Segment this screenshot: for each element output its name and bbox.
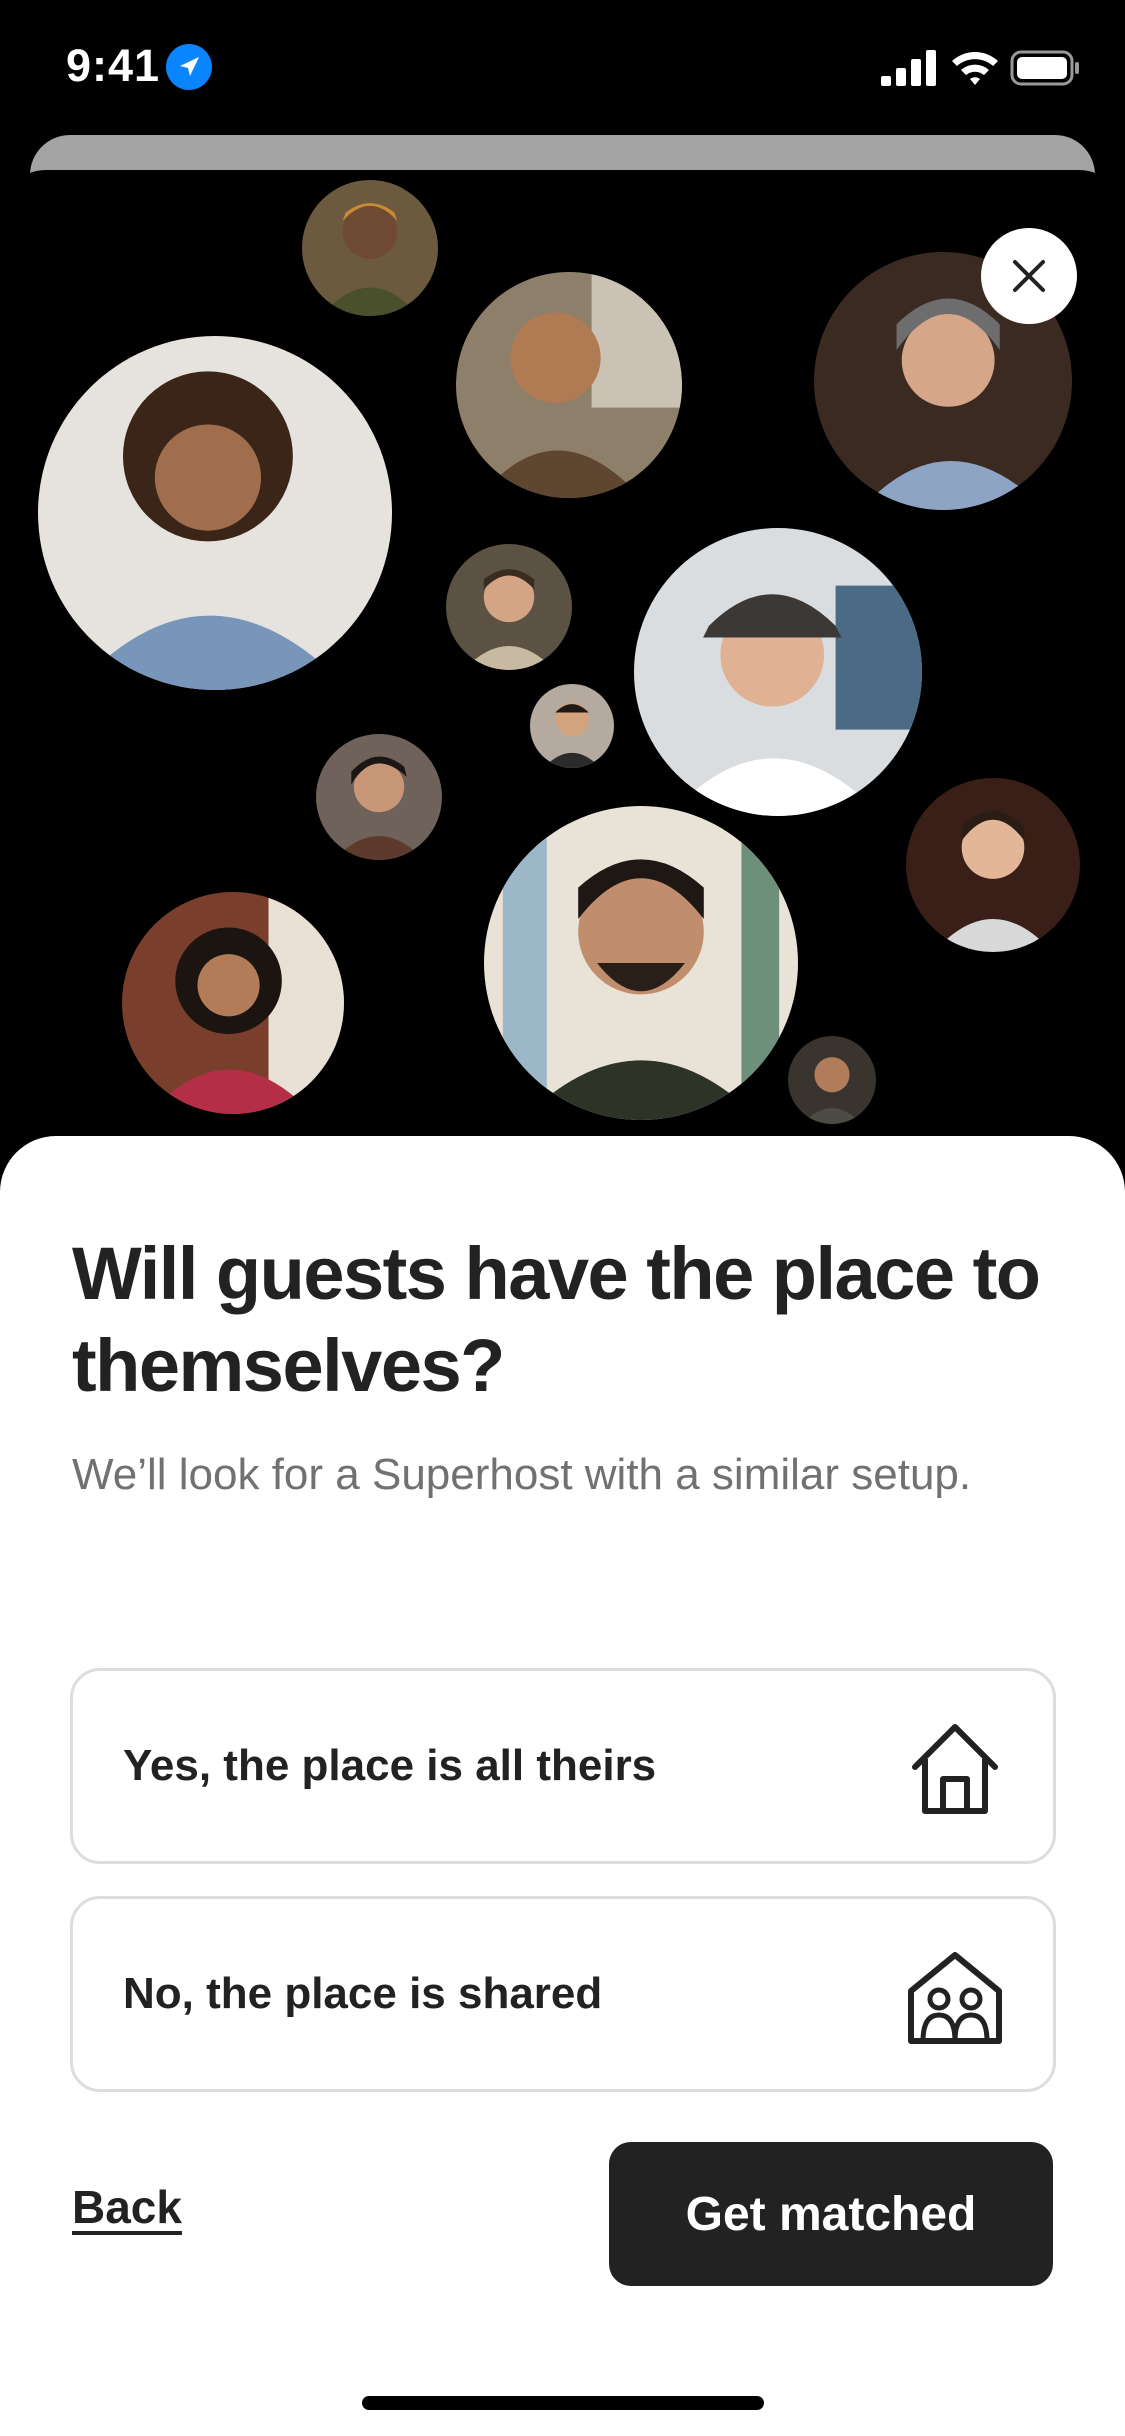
host-avatar	[38, 336, 392, 690]
host-avatar	[788, 1036, 876, 1124]
host-avatar	[316, 734, 442, 860]
host-avatar	[634, 528, 922, 816]
page-subtitle: We’ll look for a Superhost with a simila…	[72, 1450, 972, 1499]
host-avatar	[530, 684, 614, 768]
host-avatar	[456, 272, 682, 498]
page-title: Will guests have the place to themselves…	[72, 1232, 1041, 1407]
status-bar: 9:41	[0, 0, 1125, 135]
house-icon	[912, 1724, 998, 1814]
host-avatar	[484, 806, 798, 1120]
get-matched-button[interactable]: Get matched	[609, 2142, 1053, 2286]
back-link[interactable]: Back	[72, 2180, 182, 2234]
shared-house-icon	[908, 1952, 1002, 2044]
option-entire-place[interactable]: Yes, the place is all theirs	[70, 1668, 1056, 1864]
wifi-icon	[950, 48, 1000, 86]
option-label: Yes, the place is all theirs	[123, 1741, 657, 1790]
host-avatar	[122, 892, 344, 1114]
close-button[interactable]	[981, 228, 1077, 324]
host-avatar	[302, 180, 438, 316]
battery-icon	[1010, 50, 1080, 86]
close-icon	[1013, 260, 1045, 292]
status-time: 9:41	[66, 40, 161, 91]
host-avatar	[906, 778, 1080, 952]
option-label: No, the place is shared	[123, 1969, 603, 2018]
option-shared-place[interactable]: No, the place is shared	[70, 1896, 1056, 2092]
cellular-signal-icon	[881, 50, 937, 86]
location-arrow-icon	[166, 44, 212, 90]
host-avatar	[446, 544, 572, 670]
home-indicator	[362, 2396, 764, 2410]
